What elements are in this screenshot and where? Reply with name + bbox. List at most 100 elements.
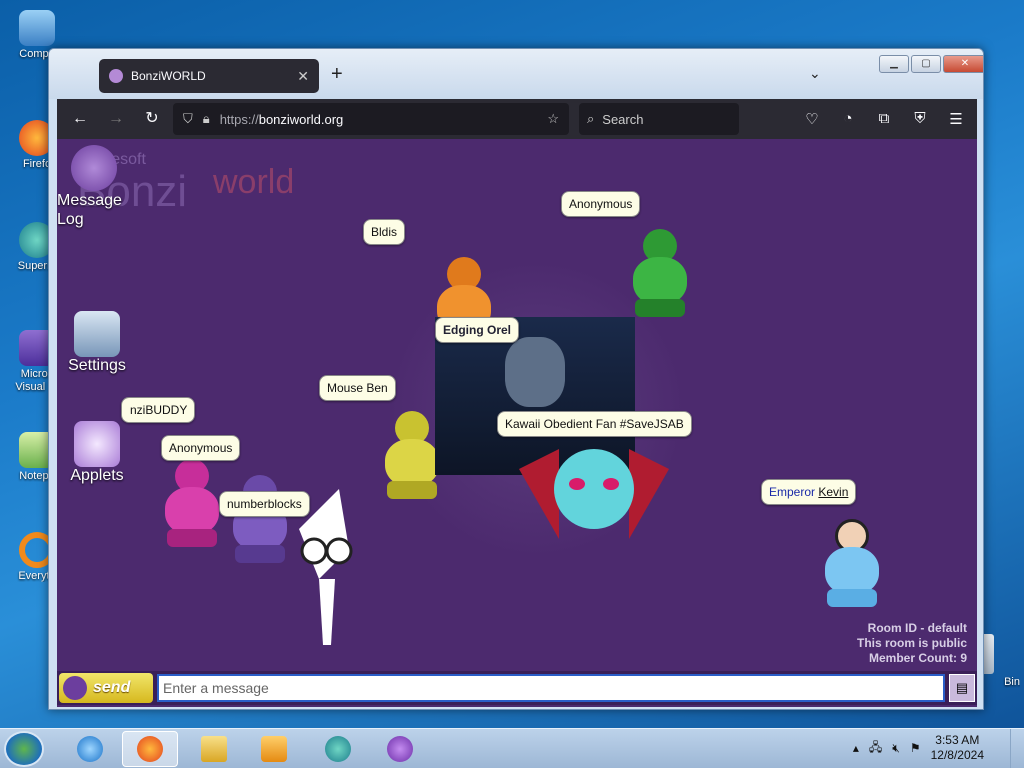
settings-button[interactable]: Settings [65,311,129,375]
bonzi-body [385,439,439,487]
network-icon[interactable]: 🖧︎ [869,738,882,759]
settings-label: Settings [68,357,126,374]
room-info: Room ID - default This room is public Me… [857,621,967,666]
folder-icon [201,736,227,762]
message-log-label: Message Log [57,192,122,228]
send-label: send [93,679,131,696]
pocket-icon[interactable]: ♡ [799,110,825,128]
member-count: Member Count: 9 [868,651,967,665]
ublock-icon[interactable]: ⛨ [907,110,933,128]
forward-button[interactable]: → [101,104,131,134]
url-text[interactable]: https://bonziworld.org [220,112,538,127]
reload-button[interactable]: ↻ [137,104,167,134]
room-public: This room is public [856,636,967,650]
bookmark-star-icon[interactable]: ☆ [547,111,559,127]
applets-cd-icon [74,421,120,467]
account-icon[interactable]: ◔ [835,110,861,128]
bonziworld-page: aresoft Bonzi world Message Log Settings… [57,139,977,707]
message-input[interactable] [157,674,945,702]
taskbar-supermium[interactable] [310,731,366,767]
title-bar: BonziWORLD ✕ + ⌄ ▁ ▢ ✕ [49,49,983,99]
white-character-body [319,579,335,645]
taskbar-ie[interactable] [62,731,118,767]
extensions-icon[interactable]: ⧉ [871,110,897,128]
start-button[interactable] [4,731,44,767]
user-name-link[interactable]: Kevin [818,485,848,499]
bonzi-legs [387,481,437,499]
system-tray: ▴ 🖧︎ 🔇︎ ⚑ 3:53 AM 12/8/2024 [853,733,984,763]
minimize-button[interactable]: ▁ [879,55,909,73]
new-tab-button[interactable]: + [331,63,343,86]
taskbar-media-player[interactable] [246,731,302,767]
internet-explorer-icon [77,736,103,762]
user-bubble-bonzibuddy: nziBUDDY [121,397,196,423]
bonzi-legs [635,299,685,317]
glasses-left [300,537,328,565]
applets-label: Applets [70,467,124,484]
room-id: Room ID - default [867,621,967,635]
computer-icon [19,10,55,46]
applets-button[interactable]: Applets [65,421,129,485]
message-log-icon [71,145,117,191]
tab-close-icon[interactable]: ✕ [297,68,309,85]
bat-face [554,449,634,529]
bonzi-legs [235,545,285,563]
tab-bonziworld[interactable]: BonziWORLD ✕ [99,59,319,93]
back-button[interactable]: ← [65,104,95,134]
taskbar-bonzi[interactable] [372,731,428,767]
taskbar: ▴ 🖧︎ 🔇︎ ⚑ 3:53 AM 12/8/2024 [0,728,1024,768]
supermium-icon [325,736,351,762]
bat-eye-left [569,478,585,490]
user-bubble-emperor-kevin: Emperor Kevin [761,479,857,505]
image-upload-button[interactable]: ▤ [949,674,975,702]
video-face [505,337,565,407]
tab-title: BonziWORLD [131,69,206,83]
bonzi-body [633,257,687,305]
clock[interactable]: 3:53 AM 12/8/2024 [931,733,984,763]
user-bubble-anonymous: Anonymous [561,191,641,217]
bat-wing-right [629,449,669,539]
navigation-toolbar: ← → ↻ ⛉ 🔒︎ https://bonziworld.org ☆ ⌕ Se… [57,99,977,139]
user-bubble-kawaii: Kawaii Obedient Fan #SaveJSAB [497,411,692,437]
clock-time: 3:53 AM [935,733,980,747]
glasses-right [325,537,353,565]
flag-icon[interactable]: ⚑ [910,741,921,755]
logo-world-text: world [213,163,295,201]
search-bar[interactable]: ⌕ Search [579,103,739,135]
show-hidden-icons-icon[interactable]: ▴ [853,741,859,755]
bonzi-body [825,547,879,595]
volume-muted-icon[interactable]: 🔇︎ [892,741,900,756]
maximize-button[interactable]: ▢ [911,55,941,73]
bonzi-green[interactable] [625,229,695,319]
message-log-button[interactable]: Message Log [57,145,122,229]
send-button[interactable]: send [59,673,153,703]
clock-date: 12/8/2024 [930,748,984,762]
list-all-tabs-button[interactable]: ⌄ [809,65,821,82]
bonzi-legs [167,529,217,547]
browser-window: BonziWORLD ✕ + ⌄ ▁ ▢ ✕ ← → ↻ ⛉ 🔒︎ https:… [48,48,984,710]
user-name-prefix: Emperor [769,485,819,499]
taskbar-explorer[interactable] [186,731,242,767]
show-desktop-button[interactable] [1010,729,1024,768]
chat-bar: send ▤ [57,671,977,705]
bonzi-legs [827,589,877,607]
bonzi-app-icon [387,736,413,762]
close-window-button[interactable]: ✕ [943,55,983,73]
bonzi-pink[interactable] [157,459,227,549]
url-host: bonziworld.org [258,111,344,127]
bonzi-lightblue[interactable] [817,519,887,609]
bonzi-body [165,487,219,535]
shield-icon[interactable]: ⛉ [183,111,193,127]
user-bubble-numberblocks: numberblocks [219,491,310,517]
bat-character[interactable] [519,439,669,549]
toolbar-buttons: ♡ ◔ ⧉ ⛨ ☰ [799,110,969,128]
menu-icon[interactable]: ☰ [943,110,969,128]
firefox-icon [137,736,163,762]
user-bubble-anonymous-2: Anonymous [161,435,241,461]
bat-wing-left [519,449,559,539]
user-bubble-edging-orel: Edging Orel [435,317,520,343]
lock-icon[interactable]: 🔒︎ [203,111,210,127]
taskbar-firefox[interactable] [122,731,178,767]
url-bar[interactable]: ⛉ 🔒︎ https://bonziworld.org ☆ [173,103,569,135]
settings-computer-icon [74,311,120,357]
